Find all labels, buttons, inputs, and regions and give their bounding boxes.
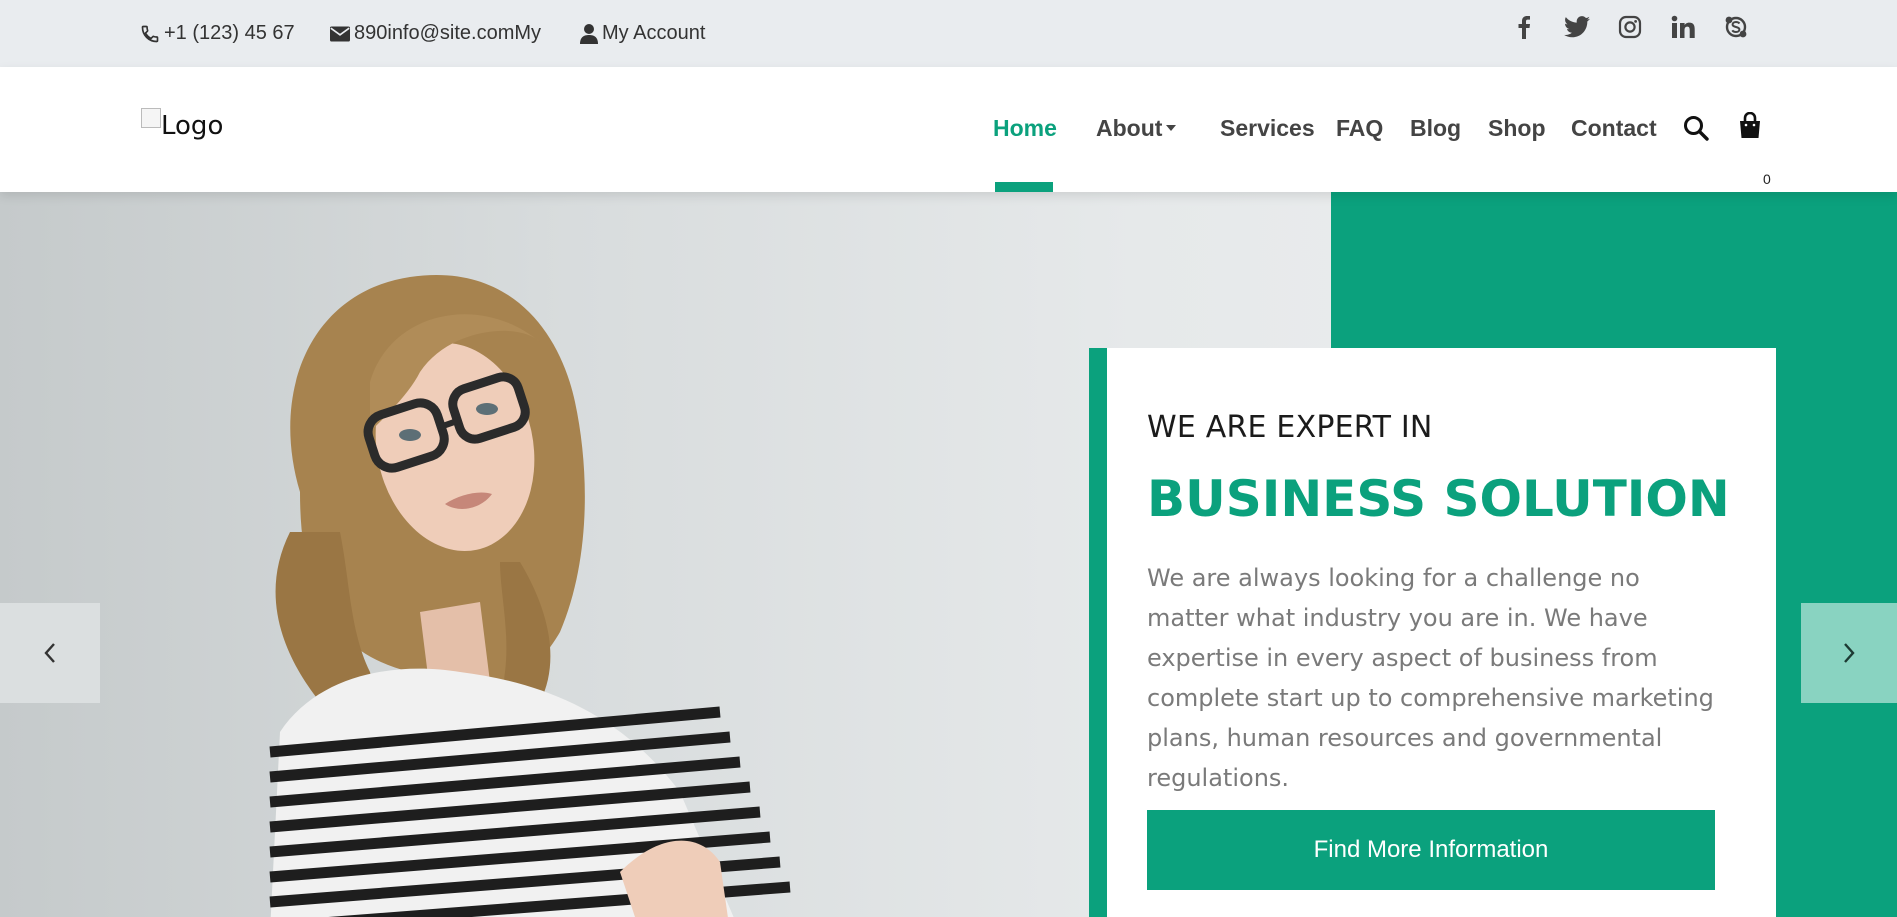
nav-faq[interactable]: FAQ	[1336, 115, 1383, 142]
hero-kicker: WE ARE EXPERT IN	[1147, 410, 1433, 445]
broken-image-icon	[141, 108, 161, 128]
find-more-information-button[interactable]: Find More Information	[1147, 810, 1715, 890]
nav-about-label: About	[1096, 115, 1163, 141]
twitter-icon[interactable]	[1562, 12, 1592, 42]
nav-services[interactable]: Services	[1220, 115, 1315, 142]
phone-icon	[141, 25, 159, 42]
nav-shop[interactable]: Shop	[1488, 115, 1546, 142]
slider-next-button[interactable]	[1801, 603, 1897, 703]
skype-icon[interactable]	[1721, 12, 1751, 42]
email-address: 890info@site.comMy	[354, 22, 542, 44]
logo-alt-text: Logo	[161, 111, 224, 141]
chevron-right-icon	[1844, 643, 1855, 663]
instagram-icon[interactable]	[1615, 12, 1645, 42]
cart-count-badge: 0	[1763, 171, 1771, 187]
hero-slider: WE ARE EXPERT IN BUSINESS SOLUTION We ar…	[0, 192, 1897, 917]
user-icon	[580, 23, 598, 44]
chevron-left-icon	[44, 643, 55, 663]
facebook-icon[interactable]	[1509, 12, 1539, 42]
envelope-icon	[330, 26, 350, 41]
nav-contact[interactable]: Contact	[1571, 115, 1657, 142]
my-account-link[interactable]: My Account	[580, 0, 705, 67]
caret-down-icon	[1166, 124, 1177, 131]
nav-about[interactable]: About	[1096, 115, 1177, 142]
hero-description: We are always looking for a challenge no…	[1147, 564, 1714, 792]
active-nav-indicator	[995, 182, 1053, 192]
main-header: Logo Home About Services FAQ Blog Shop C…	[0, 67, 1897, 192]
hero-headline: BUSINESS SOLUTION	[1147, 470, 1730, 528]
nav-home[interactable]: Home	[993, 115, 1057, 142]
hero-content-card: WE ARE EXPERT IN BUSINESS SOLUTION We ar…	[1089, 348, 1776, 917]
nav-blog[interactable]: Blog	[1410, 115, 1461, 142]
search-icon[interactable]	[1683, 115, 1709, 146]
top-bar: +1 (123) 45 67 890info@site.comMy My Acc…	[0, 0, 1897, 67]
logo[interactable]: Logo	[141, 108, 224, 141]
phone-contact[interactable]: +1 (123) 45 67	[140, 0, 295, 67]
phone-number: +1 (123) 45 67	[164, 22, 295, 44]
linkedin-icon[interactable]	[1668, 12, 1698, 42]
hero-photo-woman	[269, 274, 791, 917]
slider-prev-button[interactable]	[0, 603, 100, 703]
email-contact[interactable]: 890info@site.comMy	[330, 0, 541, 67]
my-account-label: My Account	[602, 22, 706, 44]
cart-icon[interactable]	[1738, 111, 1762, 145]
